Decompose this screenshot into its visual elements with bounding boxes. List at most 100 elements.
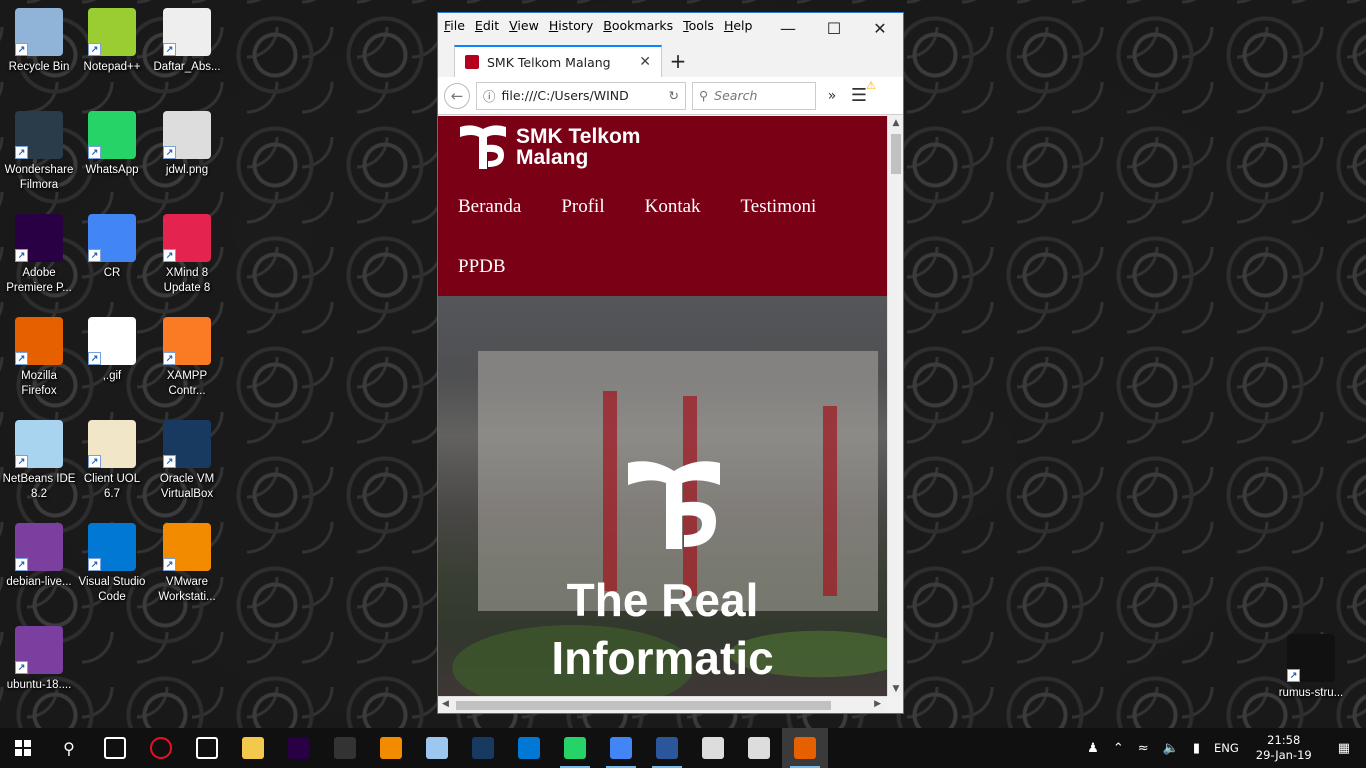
desktop-icon-gif-file[interactable]: ↗ ,.gif — [75, 317, 149, 384]
nav-profil[interactable]: Profil — [561, 188, 604, 248]
shortcut-arrow-icon: ↗ — [163, 146, 176, 159]
desktop-icon-label: Mozilla Firefox — [21, 370, 57, 397]
taskbar-file-explorer-button[interactable] — [230, 728, 276, 768]
url-bar[interactable]: ⓘ file:///C:/Users/WIND ↻ — [476, 81, 686, 110]
menu-file[interactable]: File — [444, 18, 465, 33]
shortcut-arrow-icon: ↗ — [88, 558, 101, 571]
clock-date: 29-Jan-19 — [1255, 748, 1312, 762]
hero-line-3: School — [438, 687, 887, 696]
minimize-button[interactable]: — — [765, 13, 811, 43]
menu-bookmarks[interactable]: Bookmarks — [603, 18, 673, 33]
taskbar-chrome-button[interactable] — [598, 728, 644, 768]
maximize-button[interactable]: ☐ — [811, 13, 857, 43]
back-button[interactable]: ← — [444, 82, 470, 109]
close-button[interactable]: ✕ — [857, 13, 903, 43]
overflow-chevron-icon[interactable]: » — [822, 88, 842, 104]
nav-kontak[interactable]: Kontak — [645, 188, 701, 248]
start-button[interactable] — [0, 728, 46, 768]
vmware-icon: ↗ — [163, 523, 211, 571]
navigation-toolbar: ← ⓘ file:///C:/Users/WIND ↻ ⚲ Search » ☰… — [438, 77, 903, 115]
horizontal-scrollbar[interactable]: ◀ ▶ — [438, 696, 887, 713]
desktop-icon-archive-file[interactable]: ↗ debian-live... — [2, 523, 76, 590]
hamburger-menu-icon[interactable]: ☰ ⚠ — [848, 79, 876, 106]
battery-icon[interactable]: ▮ — [1186, 741, 1207, 756]
network-icon[interactable]: ≈ — [1131, 741, 1156, 756]
menu-history[interactable]: History — [549, 18, 593, 33]
taskbar-firefox-button[interactable] — [782, 728, 828, 768]
desktop-icon-image-file[interactable]: ↗ jdwl.png — [150, 111, 224, 178]
firefox-window[interactable]: File Edit View History Bookmarks Tools H… — [437, 12, 904, 714]
desktop-icon-premiere-pro[interactable]: ↗ Adobe Premiere P... — [2, 214, 76, 296]
desktop-icon-virtualbox[interactable]: ↗ Oracle VM VirtualBox — [150, 420, 224, 502]
window-controls: — ☐ ✕ — [765, 13, 903, 43]
shortcut-arrow-icon: ↗ — [163, 43, 176, 56]
desktop-icon-image-file[interactable]: ↗ rumus-stru... — [1274, 634, 1348, 701]
desktop-icon-vmware[interactable]: ↗ VMware Workstati... — [150, 523, 224, 605]
taskbar-terminal-button[interactable] — [322, 728, 368, 768]
search-input[interactable]: ⚲ Search — [692, 81, 816, 110]
people-icon[interactable]: ♟ — [1080, 741, 1106, 756]
desktop-icon-client-uol[interactable]: ↗ Client UOL 6.7 — [75, 420, 149, 502]
desktop-icon-xampp[interactable]: ↗ XAMPP Contr... — [150, 317, 224, 399]
taskbar-virtualbox-button[interactable] — [460, 728, 506, 768]
taskbar-cube-button[interactable] — [414, 728, 460, 768]
desktop-icon-netbeans[interactable]: ↗ NetBeans IDE 8.2 — [2, 420, 76, 502]
record-icon — [150, 737, 172, 759]
search-icon: ⚲ — [699, 88, 709, 103]
tab-close-icon[interactable]: ✕ — [639, 54, 651, 70]
taskbar-vmware-button[interactable] — [368, 728, 414, 768]
desktop-icon-firefox[interactable]: ↗ Mozilla Firefox — [2, 317, 76, 399]
clock[interactable]: 21:58 29-Jan-19 — [1246, 733, 1322, 763]
taskbar-whatsapp-button[interactable] — [552, 728, 598, 768]
menu-help[interactable]: Help — [724, 18, 753, 33]
site-nav: Beranda Profil Kontak Testimoni PPDB — [458, 188, 867, 308]
taskbar-vscode-button[interactable] — [506, 728, 552, 768]
taskbar-security-button[interactable] — [184, 728, 230, 768]
language-indicator[interactable]: ENG — [1207, 741, 1246, 755]
scroll-left-icon[interactable]: ◀ — [442, 699, 449, 709]
menu-tools[interactable]: Tools — [683, 18, 714, 33]
desktop-icon-vscode[interactable]: ↗ Visual Studio Code — [75, 523, 149, 605]
desktop-icon-xmind[interactable]: ↗ XMind 8 Update 8 — [150, 214, 224, 296]
search-button[interactable]: ⚲ — [46, 728, 92, 768]
new-tab-button[interactable]: + — [662, 45, 694, 77]
desktop-icon-recycle-bin[interactable]: ↗ Recycle Bin — [2, 8, 76, 75]
volume-muted-icon[interactable]: 🔈 — [1156, 741, 1186, 756]
desktop-icon-filmora[interactable]: ↗ Wondershare Filmora — [2, 111, 76, 193]
desktop-icon-whatsapp[interactable]: ↗ WhatsApp — [75, 111, 149, 178]
shortcut-arrow-icon: ↗ — [1287, 669, 1300, 682]
page-viewport[interactable]: SMK Telkom Malang Beranda Profil Kontak … — [438, 116, 887, 696]
reload-icon[interactable]: ↻ — [669, 88, 679, 103]
hero-heading: The Real Informatic School — [438, 571, 887, 696]
taskbar-record-button[interactable] — [138, 728, 184, 768]
menu-edit[interactable]: Edit — [475, 18, 499, 33]
vertical-scroll-thumb[interactable] — [891, 134, 901, 174]
menu-view[interactable]: View — [509, 18, 539, 33]
shortcut-arrow-icon: ↗ — [163, 455, 176, 468]
photos-icon — [702, 737, 724, 759]
taskbar-word-button[interactable] — [644, 728, 690, 768]
taskbar-settings-button[interactable] — [736, 728, 782, 768]
nav-testimoni[interactable]: Testimoni — [741, 188, 817, 248]
desktop-icon-chrome[interactable]: ↗ CR — [75, 214, 149, 281]
taskbar: ⚲ ♟ ⌃ ≈ 🔈 ▮ ENG 21:58 29-Jan-19 ▦ — [0, 728, 1366, 768]
file-explorer-icon — [242, 737, 264, 759]
vertical-scrollbar[interactable]: ▲ ▼ — [887, 116, 903, 696]
tab-smk-telkom[interactable]: SMK Telkom Malang ✕ — [454, 45, 662, 77]
desktop-icon-archive-file[interactable]: ↗ ubuntu-18.... — [2, 626, 76, 693]
scroll-up-icon[interactable]: ▲ — [888, 118, 904, 128]
taskbar-premiere-pro-button[interactable] — [276, 728, 322, 768]
scroll-down-icon[interactable]: ▼ — [888, 684, 904, 694]
info-icon[interactable]: ⓘ — [483, 86, 496, 105]
scroll-right-icon[interactable]: ▶ — [874, 699, 881, 709]
desktop-icon-spreadsheet-file[interactable]: ↗ Daftar_Abs... — [150, 8, 224, 75]
taskbar-photos-button[interactable] — [690, 728, 736, 768]
show-hidden-icons-chevron-icon[interactable]: ⌃ — [1106, 741, 1131, 756]
desktop-icon-notepad-plus-plus[interactable]: ↗ Notepad++ — [75, 8, 149, 75]
horizontal-scroll-thumb[interactable] — [456, 701, 831, 710]
taskbar-task-view-button[interactable] — [92, 728, 138, 768]
action-center-icon[interactable]: ▦ — [1322, 741, 1366, 756]
windows-logo-icon — [15, 740, 31, 756]
nav-beranda[interactable]: Beranda — [458, 188, 521, 248]
site-logo[interactable]: SMK Telkom Malang — [458, 122, 867, 172]
